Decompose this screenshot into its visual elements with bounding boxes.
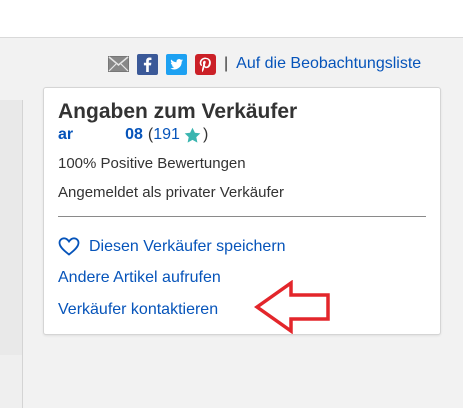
- save-seller-label: Diesen Verkäufer speichern: [89, 237, 286, 255]
- left-panel-lower: [0, 355, 22, 408]
- watchlist-link[interactable]: Auf die Beobachtungsliste: [236, 55, 421, 73]
- pinterest-icon[interactable]: [195, 53, 216, 75]
- red-arrow-annotation: [254, 280, 330, 334]
- account-type: Angemeldet als privater Verkäufer: [58, 184, 284, 201]
- twitter-icon[interactable]: [166, 53, 187, 75]
- seller-name-start[interactable]: ar: [58, 126, 73, 144]
- save-seller-button[interactable]: Diesen Verkäufer speichern: [58, 237, 286, 256]
- star-icon: [184, 127, 201, 144]
- divider: [58, 216, 426, 217]
- other-items-link[interactable]: Andere Artikel aufrufen: [58, 269, 221, 287]
- contact-seller-link[interactable]: Verkäufer kontaktieren: [58, 301, 218, 319]
- top-band: [0, 0, 463, 38]
- share-row: | Auf die Beobachtungsliste: [108, 52, 421, 76]
- positive-feedback: 100% Positive Bewertungen: [58, 155, 246, 172]
- seller-info-card: Angaben zum Verkäufer ar 08 ( 191 ) 100%…: [43, 87, 441, 335]
- email-icon[interactable]: [108, 54, 129, 75]
- close-paren: ): [202, 126, 209, 143]
- seller-line: ar 08 ( 191 ): [58, 126, 208, 144]
- heart-icon: [58, 237, 80, 256]
- share-separator: |: [224, 55, 229, 72]
- feedback-score[interactable]: 191: [153, 126, 180, 144]
- facebook-icon[interactable]: [137, 53, 158, 75]
- seller-heading: Angaben zum Verkäufer: [58, 100, 298, 123]
- seller-name-end[interactable]: 08: [125, 126, 143, 144]
